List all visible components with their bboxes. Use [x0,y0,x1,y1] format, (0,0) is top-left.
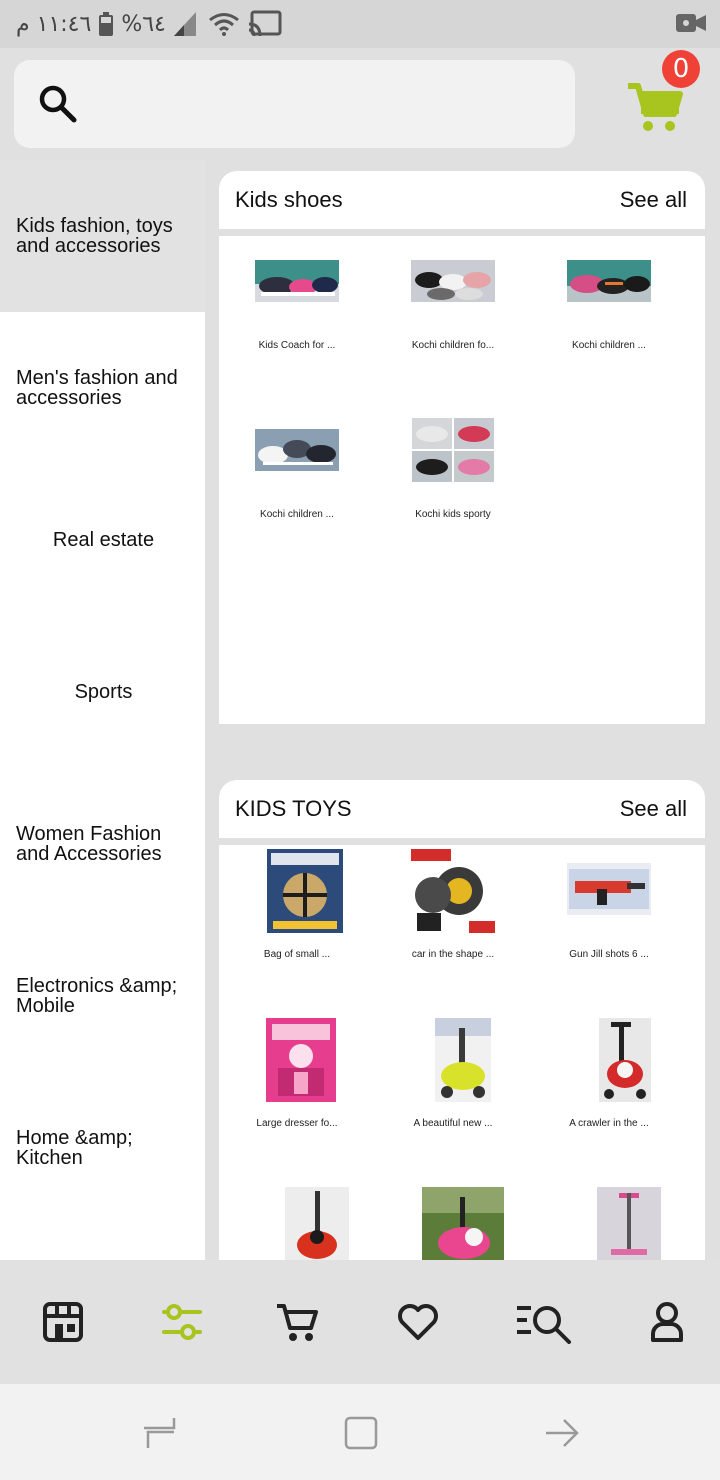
battery-icon [99,12,114,36]
cart-count-badge: 0 [662,50,700,88]
section-title: Kids shoes [235,187,343,212]
product-image [567,260,651,302]
sidebar-item-kids-fashion[interactable]: Kids fashion, toys and accessories [0,160,205,312]
scroll-fade [0,1220,205,1260]
cart-icon[interactable] [275,1300,319,1344]
see-all-link[interactable]: See all [620,796,687,822]
sidebar-item-label: Kids fashion, toys and accessories [16,215,173,257]
cart-button[interactable] [624,82,684,134]
sidebar-item-label: Women Fashion and Accessories [16,823,162,865]
video-camera-icon [676,10,706,41]
search-list-icon[interactable] [515,1300,573,1344]
section-title: KIDS TOYS [235,796,352,821]
sidebar-item-sports[interactable]: Sports [0,616,205,768]
wifi-icon [208,11,240,37]
product-image [597,1187,661,1260]
product-caption: Large dresser fo... [256,1118,338,1129]
sidebar-item-home-kitchen[interactable]: Home &amp; Kitchen [0,1072,205,1224]
battery-percent: %٦٤ [121,11,166,37]
back-icon[interactable] [542,1414,582,1452]
recent-apps-icon[interactable] [142,1414,182,1452]
product-caption: Kochi children ... [260,509,334,520]
search-icon[interactable] [36,82,80,126]
sidebar-item-electronics[interactable]: Electronics &amp; Mobile [0,920,205,1072]
heart-icon[interactable] [396,1300,440,1344]
cart-icon [628,83,683,131]
sidebar-item-label: Electronics &amp; Mobile [16,975,178,1017]
signal-icon [173,12,200,36]
product-image [267,849,343,933]
sidebar-item-women-fashion[interactable]: Women Fashion and Accessories [0,768,205,920]
cast-icon [248,10,282,38]
search-input[interactable] [14,60,575,148]
sidebar-item-label: Home &amp; Kitchen [16,1127,133,1169]
product-caption: Bag of small ... [263,949,331,960]
sidebar-item-mens-fashion[interactable]: Men's fashion and accessories [0,312,205,464]
product-image [599,1018,651,1102]
product-image [422,1187,504,1260]
product-image [411,417,495,483]
section-body-kids-shoes: Kids Coach for ... Kochi children fo... … [219,236,705,724]
status-bar: ١١:٤٦ م %٦٤ [0,0,720,48]
product-image [285,1187,349,1260]
product-caption: Gun Jill shots 6 ... [569,949,649,960]
see-all-link[interactable]: See all [620,187,687,213]
sidebar-item-label: Real estate [52,529,155,551]
sidebar-item-real-estate[interactable]: Real estate [0,464,205,616]
system-navigation-bar [0,1384,720,1480]
product-caption: Kochi kids sporty [415,509,491,520]
category-sidebar: Kids fashion, toys and accessories Men's… [0,160,205,1260]
user-icon[interactable] [645,1300,689,1344]
product-image [435,1018,491,1102]
product-image [567,863,651,915]
status-left: ١١:٤٦ م %٦٤ [16,6,282,42]
product-caption: A beautiful new ... [413,1118,493,1129]
product-image [411,260,495,302]
store-icon[interactable] [41,1300,85,1344]
status-time: ١١:٤٦ م [16,11,92,37]
product-image [411,849,495,933]
sidebar-item-label: Sports [74,681,133,703]
home-icon[interactable] [342,1414,382,1452]
section-header-kids-toys: KIDS TOYS See all [219,780,705,838]
product-image [266,1018,336,1102]
filter-sliders-icon[interactable] [160,1300,204,1344]
section-header-kids-shoes: Kids shoes See all [219,171,705,229]
product-caption: Kochi children fo... [411,340,495,351]
product-sections: Kids shoes See all Kids Coach for ... Ko… [205,160,720,1260]
section-body-kids-toys: Bag of small ... car in the shape ... Gu… [219,845,705,1260]
sidebar-item-label: Men's fashion and accessories [16,367,178,409]
bottom-navigation [0,1260,720,1384]
product-caption: A crawler in the ... [569,1118,649,1129]
product-image [255,260,339,302]
product-caption: Kids Coach for ... [258,340,336,351]
product-caption: Kochi children ... [572,340,646,351]
product-caption: car in the shape ... [411,949,495,960]
product-image [255,429,339,471]
